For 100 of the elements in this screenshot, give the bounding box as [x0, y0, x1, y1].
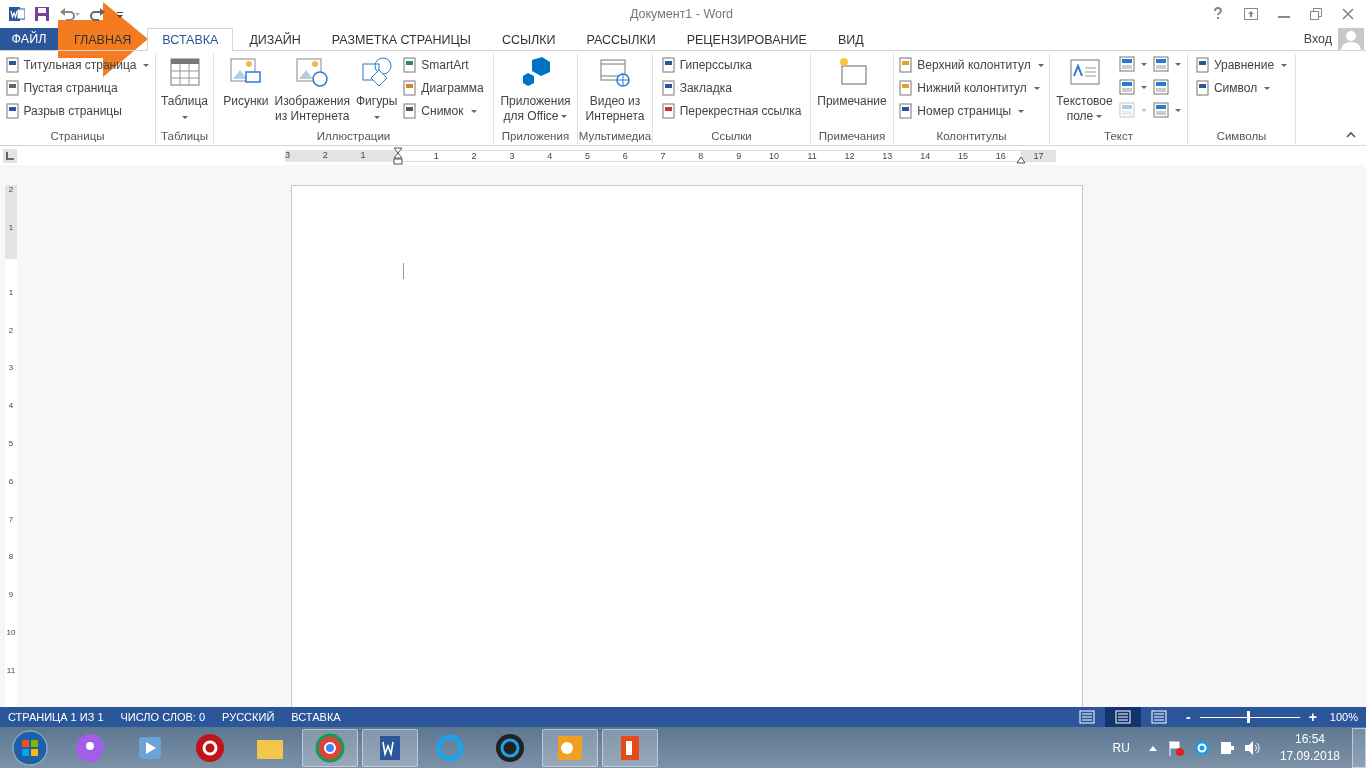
- ribbon-button[interactable]: Рисунки: [221, 54, 271, 130]
- ruler-number: 13: [882, 150, 893, 161]
- ribbon-button[interactable]: Таблица: [158, 54, 211, 130]
- ribbon-menu-button[interactable]: Разрыв страницы: [3, 101, 152, 121]
- ruler-number: 7: [660, 150, 666, 161]
- group-label: Примечания: [817, 130, 887, 144]
- language-indicator[interactable]: RU: [1112, 740, 1130, 755]
- ruler-number: 4: [7, 400, 15, 411]
- ribbon-menu-button[interactable]: Гиперссылка: [659, 55, 804, 75]
- group-label: Приложения: [500, 130, 571, 144]
- zoom-thumb[interactable]: [1246, 711, 1250, 723]
- redo-icon[interactable]: [90, 6, 106, 22]
- ruler-number: 7: [7, 513, 15, 524]
- group-label: Колонтитулы: [935, 130, 1008, 144]
- ribbon-menu-button[interactable]: Верхний колонтитул: [897, 55, 1046, 75]
- ruler-number: 5: [584, 150, 590, 161]
- picture-globe-icon: [296, 56, 329, 88]
- web-page-icon: [1151, 710, 1167, 724]
- ribbon-menu-button[interactable]: Уравнение: [1193, 55, 1290, 75]
- taskbar-button[interactable]: [542, 728, 598, 767]
- status-item[interactable]: ЧИСЛО СЛОВ: 0: [120, 711, 206, 723]
- ruler-number: 6: [622, 150, 628, 161]
- taskbar-button[interactable]: [302, 728, 358, 767]
- ribbon-menu-button[interactable]: Перекрестная ссылка: [659, 101, 804, 121]
- ruler-number: 2: [7, 185, 15, 196]
- start-button[interactable]: [12, 729, 48, 766]
- ribbon-tab[interactable]: РАССЫЛКИ: [571, 28, 671, 50]
- ribbon-button[interactable]: Изображения из Интернета: [272, 54, 352, 130]
- collapse-ribbon-icon[interactable]: [1346, 131, 1356, 139]
- speaker-icon[interactable]: [1243, 739, 1260, 756]
- group-label: Текст: [1103, 130, 1134, 144]
- ribbon-menu-button[interactable]: Символ: [1193, 78, 1290, 98]
- icon-button[interactable]: [1116, 55, 1149, 73]
- microphone-icon: [75, 732, 105, 763]
- ribbon-tab[interactable]: ДИЗАЙН: [234, 28, 316, 50]
- ribbon-button[interactable]: Приложения для Office: [498, 54, 573, 130]
- ribbon-tab[interactable]: РЕЦЕНЗИРОВАНИЕ: [671, 28, 822, 50]
- ruler-number: 8: [698, 150, 704, 161]
- restore-icon[interactable]: [1310, 8, 1322, 20]
- ribbon-tab[interactable]: ССЫЛКИ: [486, 28, 571, 50]
- zoom-out-button[interactable]: -: [1184, 709, 1193, 725]
- indent-marker-icon[interactable]: [393, 146, 403, 165]
- ribbon-display-icon[interactable]: [1244, 8, 1258, 20]
- print-layout-button[interactable]: [1105, 707, 1141, 727]
- ruler-number: 11: [807, 150, 817, 161]
- ribbon-button[interactable]: Фигуры: [353, 54, 400, 130]
- ruler-number: 16: [995, 150, 1006, 161]
- clock-time[interactable]: 16:54: [1294, 730, 1325, 748]
- ruler-number: 12: [844, 150, 855, 161]
- tab-selector[interactable]: [3, 148, 17, 163]
- status-item[interactable]: ВСТАВКА: [291, 711, 341, 723]
- page-lines-icon: [1115, 710, 1131, 724]
- taskbar-button[interactable]: [602, 728, 658, 767]
- ribbon-menu-button[interactable]: Снимок: [401, 101, 486, 121]
- icon-button[interactable]: [1150, 55, 1183, 73]
- ribbon-menu-button[interactable]: Диаграмма: [401, 78, 486, 98]
- file-tab[interactable]: ФАЙЛ: [0, 28, 58, 50]
- ruler-number: 3: [7, 362, 15, 373]
- table-icon: [168, 56, 201, 88]
- zoom-in-button[interactable]: +: [1306, 709, 1319, 725]
- power-plug-icon[interactable]: [1219, 739, 1234, 756]
- text-cursor: [403, 263, 404, 279]
- status-item[interactable]: СТРАНИЦА 1 ИЗ 1: [8, 711, 104, 723]
- text-box-icon: [1068, 56, 1101, 88]
- undo-icon[interactable]: [59, 6, 81, 22]
- close-icon[interactable]: [1342, 8, 1354, 20]
- ribbon-tab[interactable]: ГЛАВНАЯ: [59, 28, 147, 50]
- icon-button[interactable]: [1150, 101, 1183, 119]
- window-title: Документ1 - Word: [628, 7, 735, 21]
- ribbon-menu-button[interactable]: Нижний колонтитул: [897, 78, 1046, 98]
- ribbon-menu-button[interactable]: SmartArt: [401, 55, 486, 75]
- group-label: Таблицы: [160, 130, 209, 144]
- show-desktop-button[interactable]: [1352, 727, 1366, 768]
- status-item[interactable]: РУССКИЙ: [222, 711, 275, 723]
- ribbon-menu-button[interactable]: Пустая страница: [3, 78, 152, 98]
- ribbon-tab[interactable]: ВСТАВКА: [147, 28, 234, 51]
- ruler-number: 3: [285, 149, 291, 162]
- ruler-number: 15: [957, 150, 968, 161]
- taskbar-button[interactable]: [362, 728, 418, 767]
- sign-in-link[interactable]: Вход: [1303, 32, 1338, 46]
- ruler-number: 1: [360, 149, 367, 162]
- icon-button[interactable]: [1116, 78, 1149, 96]
- zoom-level[interactable]: 100%: [1329, 711, 1366, 723]
- save-icon[interactable]: [34, 6, 50, 22]
- ribbon-button[interactable]: Текстовое поле: [1054, 54, 1115, 130]
- page-icon: [5, 80, 20, 96]
- clock-date[interactable]: 17.09.2018: [1279, 747, 1340, 765]
- ribbon-tab[interactable]: РАЗМЕТКА СТРАНИЦЫ: [316, 28, 486, 50]
- ribbon-button[interactable]: Видео из Интернета: [583, 54, 647, 130]
- ruler-number: 10: [768, 150, 779, 161]
- ruler-number: 2: [471, 150, 477, 161]
- ruler-number: 2: [322, 149, 329, 162]
- ribbon-tab[interactable]: ВИД: [822, 28, 879, 50]
- help-icon[interactable]: [1212, 7, 1224, 21]
- ruler-number: 4: [547, 150, 553, 161]
- ribbon-menu-button[interactable]: Закладка: [659, 78, 804, 98]
- group-label: Страницы: [49, 130, 106, 144]
- ribbon-button[interactable]: Примечание: [815, 54, 889, 130]
- word-logo-icon[interactable]: [9, 6, 25, 22]
- ribbon-menu-button[interactable]: Номер страницы: [897, 101, 1046, 121]
